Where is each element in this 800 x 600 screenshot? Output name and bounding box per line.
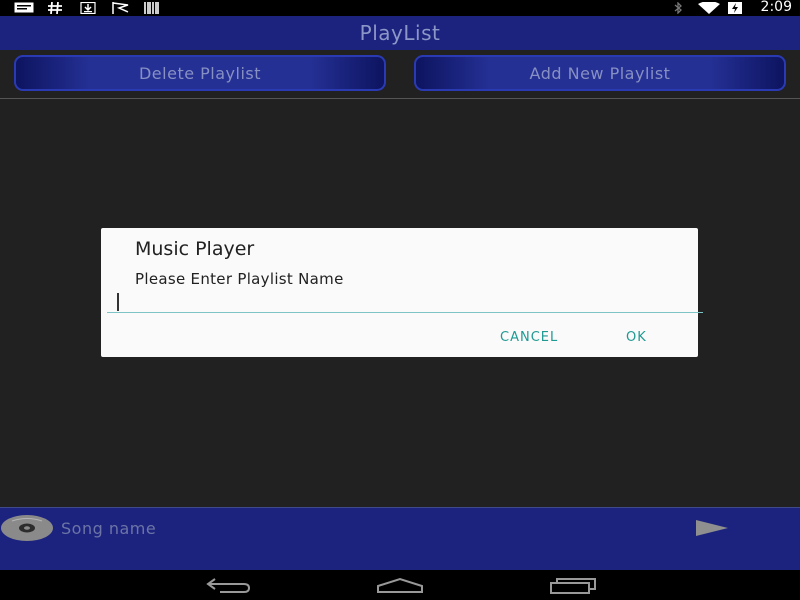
wifi-icon <box>698 2 720 14</box>
navigation-bar <box>0 570 800 600</box>
dialog-title: Music Player <box>135 238 255 260</box>
dialog-message: Please Enter Playlist Name <box>135 270 344 288</box>
barcode-icon <box>144 2 159 14</box>
add-new-playlist-button[interactable]: Add New Playlist <box>414 55 786 91</box>
home-icon[interactable] <box>376 577 424 594</box>
song-name-label: Song name <box>61 519 157 538</box>
flag-icon <box>112 2 129 14</box>
clock: 2:09 <box>760 0 792 15</box>
text-cursor <box>117 293 119 311</box>
cancel-button[interactable]: CANCEL <box>500 330 558 345</box>
disc-icon <box>1 515 53 541</box>
playlist-name-input[interactable] <box>107 290 703 313</box>
battery-charging-icon <box>728 2 742 14</box>
message-icon <box>14 2 34 13</box>
bluetooth-icon <box>674 2 682 14</box>
ok-button[interactable]: OK <box>626 330 647 345</box>
download-icon <box>80 2 96 14</box>
play-icon[interactable] <box>695 519 729 537</box>
page-title: PlayList <box>0 16 800 50</box>
hash-icon <box>48 2 62 14</box>
status-bar: 2:09 <box>0 0 800 16</box>
back-icon[interactable] <box>206 577 252 594</box>
player-bar: Song name <box>0 507 800 570</box>
playlist-name-dialog: Music Player Please Enter Playlist Name … <box>101 228 703 357</box>
divider <box>0 98 800 99</box>
recents-icon[interactable] <box>549 577 597 594</box>
delete-playlist-button[interactable]: Delete Playlist <box>14 55 386 91</box>
